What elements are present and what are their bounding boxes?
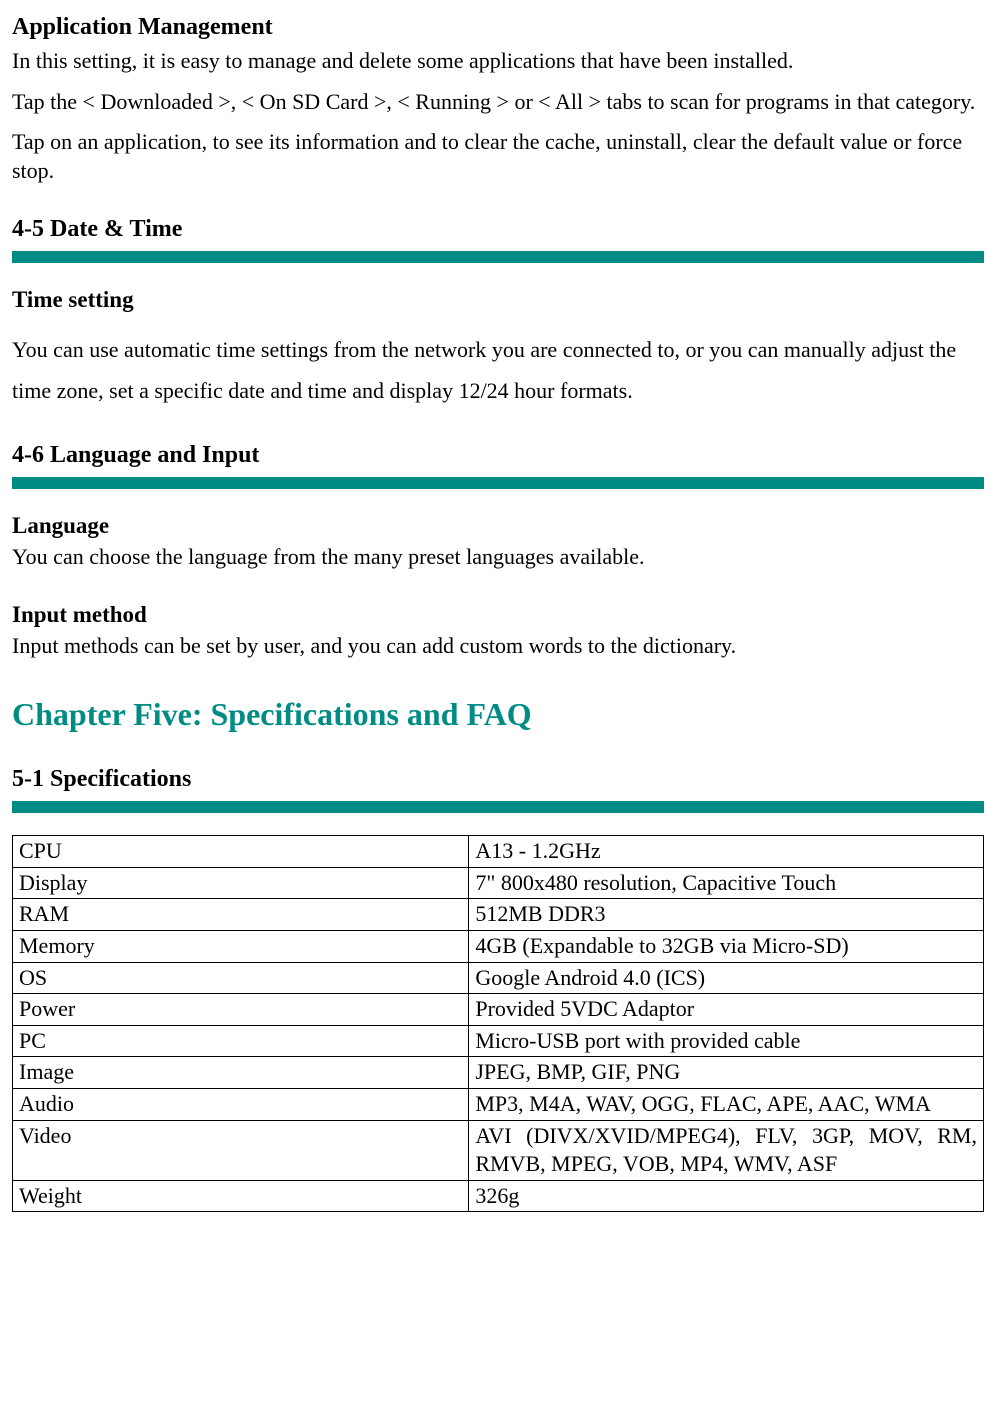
spec-key: PC (13, 1025, 469, 1057)
spec-key: Video (13, 1120, 469, 1180)
table-row: Display7" 800x480 resolution, Capacitive… (13, 867, 984, 899)
spec-key: Display (13, 867, 469, 899)
spec-value: 4GB (Expandable to 32GB via Micro-SD) (469, 930, 984, 962)
specifications-heading: 5-1 Specifications (12, 764, 984, 795)
input-method-body: Input methods can be set by user, and yo… (12, 632, 984, 661)
divider-bar (12, 251, 984, 263)
spec-value: Micro-USB port with provided cable (469, 1025, 984, 1057)
spec-key: Image (13, 1057, 469, 1089)
spec-key: RAM (13, 899, 469, 931)
app-management-p2: Tap the < Downloaded >, < On SD Card >, … (12, 88, 984, 117)
language-input-heading: 4-6 Language and Input (12, 440, 984, 471)
table-row: PCMicro-USB port with provided cable (13, 1025, 984, 1057)
spec-value: 326g (469, 1180, 984, 1212)
time-setting-body: You can use automatic time settings from… (12, 329, 984, 413)
table-row: RAM512MB DDR3 (13, 899, 984, 931)
spec-value: AVI (DIVX/XVID/MPEG4), FLV, 3GP, MOV, RM… (469, 1120, 984, 1180)
table-row: Memory4GB (Expandable to 32GB via Micro-… (13, 930, 984, 962)
chapter-title: Chapter Five: Specifications and FAQ (12, 694, 984, 736)
time-setting-subheading: Time setting (12, 285, 984, 315)
spec-value: JPEG, BMP, GIF, PNG (469, 1057, 984, 1089)
divider-bar (12, 477, 984, 489)
specifications-table: CPUA13 - 1.2GHz Display7" 800x480 resolu… (12, 835, 984, 1212)
spec-value: A13 - 1.2GHz (469, 836, 984, 868)
spec-value: Provided 5VDC Adaptor (469, 994, 984, 1026)
table-row: VideoAVI (DIVX/XVID/MPEG4), FLV, 3GP, MO… (13, 1120, 984, 1180)
language-subheading: Language (12, 511, 984, 541)
spec-key: OS (13, 962, 469, 994)
app-management-p1: In this setting, it is easy to manage an… (12, 47, 984, 76)
divider-bar (12, 801, 984, 813)
table-row: CPUA13 - 1.2GHz (13, 836, 984, 868)
table-row: OSGoogle Android 4.0 (ICS) (13, 962, 984, 994)
spec-key: Memory (13, 930, 469, 962)
app-management-p3: Tap on an application, to see its inform… (12, 128, 984, 185)
spec-value: MP3, M4A, WAV, OGG, FLAC, APE, AAC, WMA (469, 1088, 984, 1120)
app-management-title: Application Management (12, 12, 984, 43)
spec-key: Audio (13, 1088, 469, 1120)
language-body: You can choose the language from the man… (12, 543, 984, 572)
spec-value: 512MB DDR3 (469, 899, 984, 931)
spec-key: CPU (13, 836, 469, 868)
spec-key: Power (13, 994, 469, 1026)
table-row: ImageJPEG, BMP, GIF, PNG (13, 1057, 984, 1089)
spec-value: 7" 800x480 resolution, Capacitive Touch (469, 867, 984, 899)
table-row: PowerProvided 5VDC Adaptor (13, 994, 984, 1026)
table-row: Weight326g (13, 1180, 984, 1212)
table-row: AudioMP3, M4A, WAV, OGG, FLAC, APE, AAC,… (13, 1088, 984, 1120)
input-method-subheading: Input method (12, 600, 984, 630)
spec-value: Google Android 4.0 (ICS) (469, 962, 984, 994)
date-time-heading: 4-5 Date & Time (12, 214, 984, 245)
spec-key: Weight (13, 1180, 469, 1212)
